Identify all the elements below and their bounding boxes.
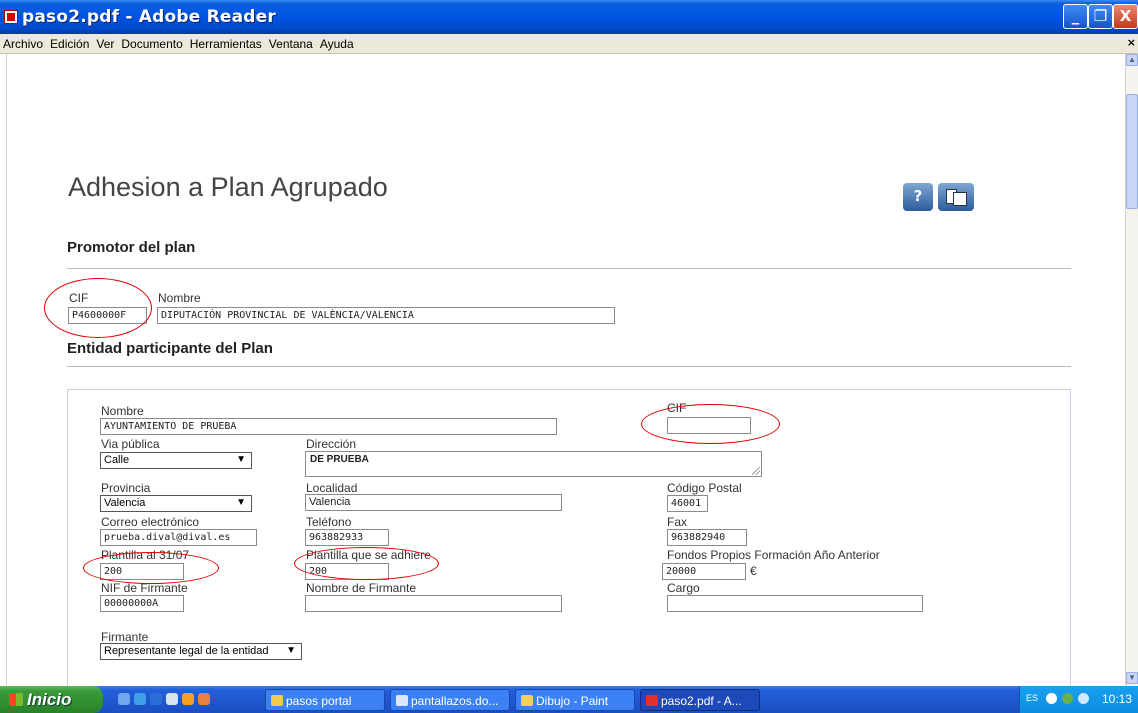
- document-close-button[interactable]: ×: [1127, 36, 1136, 49]
- task-label: pasos portal: [286, 694, 352, 708]
- provincia-value: Valencia: [104, 497, 146, 509]
- direccion-value: DE PRUEBA: [310, 454, 369, 465]
- menu-ver[interactable]: Ver: [96, 35, 114, 51]
- print-form-icon[interactable]: [938, 183, 974, 211]
- localidad-field[interactable]: Valencia: [305, 494, 562, 511]
- task-label: paso2.pdf - A...: [661, 694, 742, 708]
- task-paso2-pdf[interactable]: paso2.pdf - A...: [640, 689, 760, 711]
- window-title: paso2.pdf - Adobe Reader: [22, 7, 276, 27]
- direccion-textarea[interactable]: DE PRUEBA: [305, 451, 762, 477]
- system-tray: ES 10:13: [1019, 686, 1138, 713]
- menu-bar: Archivo Edición Ver Documento Herramientas Ve…: [0, 34, 1138, 54]
- correo-label: Correo electrónico: [101, 515, 200, 529]
- direccion-label: Dirección: [306, 437, 357, 451]
- menu-ventana[interactable]: Ventana: [269, 35, 313, 51]
- menu-ayuda[interactable]: Ayuda: [320, 35, 354, 51]
- chevron-down-icon: ▼: [236, 454, 246, 465]
- telefono-field[interactable]: 963882933: [305, 529, 389, 546]
- euro-unit: €: [750, 564, 757, 578]
- localidad-label: Localidad: [306, 481, 358, 495]
- fax-field[interactable]: 963882940: [667, 529, 747, 546]
- menu-herramientas[interactable]: Herramientas: [190, 35, 262, 51]
- scroll-up-arrow[interactable]: ▲: [1126, 54, 1138, 66]
- windows-logo-icon: [9, 693, 23, 706]
- menu-documento[interactable]: Documento: [121, 35, 182, 51]
- via-publica-select[interactable]: Calle ▼: [100, 452, 252, 469]
- pdf-icon: [646, 695, 658, 706]
- minimize-button[interactable]: _: [1063, 4, 1088, 29]
- provincia-select[interactable]: Valencia ▼: [100, 495, 252, 512]
- correo-field[interactable]: prueba.dival@dival.es: [100, 529, 257, 546]
- nif-firmante-field[interactable]: 00000000A: [100, 595, 184, 612]
- via-publica-value: Calle: [104, 454, 130, 466]
- task-label: pantallazos.do...: [411, 694, 499, 708]
- codigo-postal-label: Código Postal: [667, 481, 742, 495]
- vertical-scrollbar[interactable]: ▲ ▼: [1125, 54, 1138, 686]
- task-label: Dibujo - Paint: [536, 694, 609, 708]
- annotation-ellipse: [83, 552, 219, 584]
- scroll-down-arrow[interactable]: ▼: [1126, 672, 1138, 684]
- promotor-heading: Promotor del plan: [67, 239, 196, 256]
- quicklaunch-icon[interactable]: [134, 693, 146, 705]
- fondos-field[interactable]: 20000: [662, 563, 746, 580]
- menu-edicion[interactable]: Edición: [50, 35, 89, 51]
- paint-icon: [521, 695, 533, 706]
- firmante-value: Representante legal de la entidad: [104, 645, 269, 657]
- maximize-button[interactable]: ❐: [1088, 4, 1113, 29]
- chevron-down-icon: ▼: [236, 497, 246, 508]
- clock: 10:13: [1102, 692, 1133, 706]
- cargo-field[interactable]: [667, 595, 923, 612]
- menu-archivo[interactable]: Archivo: [3, 35, 43, 51]
- entidad-heading: Entidad participante del Plan: [67, 340, 273, 357]
- telefono-label: Teléfono: [306, 515, 352, 529]
- promotor-nombre-label: Nombre: [158, 291, 201, 305]
- tray-icon[interactable]: [1062, 693, 1073, 704]
- page-title: Adhesion a Plan Agrupado: [68, 172, 388, 202]
- section-divider: [67, 268, 1071, 269]
- title-bar: paso2.pdf - Adobe Reader _ ❐ X: [0, 0, 1138, 34]
- task-pasos-portal[interactable]: pasos portal: [265, 689, 385, 711]
- language-indicator[interactable]: ES: [1026, 693, 1038, 703]
- scrollbar-thumb[interactable]: [1126, 94, 1138, 209]
- quicklaunch-icon[interactable]: [166, 693, 178, 705]
- task-pantallazos[interactable]: pantallazos.do...: [390, 689, 510, 711]
- fondos-label: Fondos Propios Formación Año Anterior: [667, 548, 880, 562]
- tray-icon[interactable]: [1046, 693, 1057, 704]
- annotation-ellipse: [44, 278, 152, 338]
- nombre-firmante-label: Nombre de Firmante: [306, 581, 417, 595]
- start-button[interactable]: Inicio: [0, 686, 103, 713]
- entidad-nombre-label: Nombre: [101, 404, 144, 418]
- close-button[interactable]: X: [1113, 4, 1138, 29]
- network-icon[interactable]: [1078, 693, 1089, 704]
- fax-label: Fax: [667, 515, 688, 529]
- entidad-nombre-field[interactable]: AYUNTAMIENTO DE PRUEBA: [100, 418, 557, 435]
- chevron-down-icon: ▼: [286, 645, 296, 656]
- word-document-icon: [396, 695, 408, 706]
- folder-icon: [271, 695, 283, 706]
- firmante-label: Firmante: [101, 630, 149, 644]
- annotation-ellipse: [294, 547, 439, 580]
- firmante-select[interactable]: Representante legal de la entidad ▼: [100, 643, 302, 660]
- provincia-label: Provincia: [101, 481, 151, 495]
- adobe-reader-icon: [4, 10, 18, 24]
- internet-explorer-icon[interactable]: [150, 693, 162, 705]
- annotation-ellipse: [641, 404, 780, 444]
- section-divider: [67, 366, 1071, 367]
- promotor-nombre-field[interactable]: DIPUTACIÓN PROVINCIAL DE VALÈNCIA/VALENC…: [157, 307, 615, 324]
- help-user-icon[interactable]: ?: [903, 183, 933, 211]
- task-paint[interactable]: Dibujo - Paint: [515, 689, 635, 711]
- nombre-firmante-field[interactable]: [305, 595, 562, 612]
- resize-handle-icon[interactable]: [752, 467, 760, 475]
- start-label: Inicio: [27, 690, 72, 709]
- codigo-postal-field[interactable]: 46001: [667, 495, 708, 512]
- cargo-label: Cargo: [667, 581, 700, 595]
- quicklaunch-icon[interactable]: [198, 693, 210, 705]
- quicklaunch-icon[interactable]: [182, 693, 194, 705]
- via-publica-label: Via pública: [101, 437, 160, 451]
- navigation-pane-edge: [0, 54, 7, 686]
- quicklaunch-icon[interactable]: [118, 693, 130, 705]
